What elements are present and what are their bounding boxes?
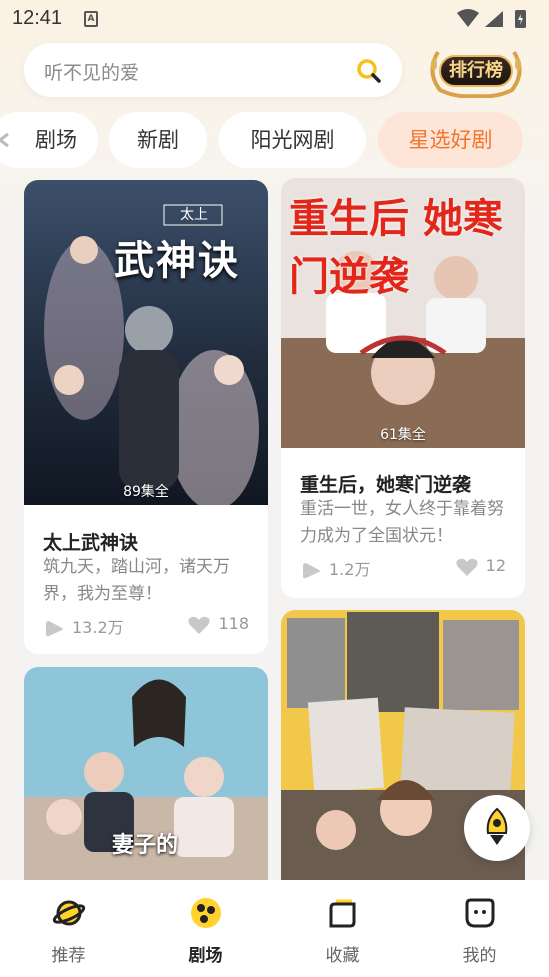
play-icon <box>303 562 320 578</box>
tab-sunshine-web-drama[interactable]: 阳光网剧 <box>219 112 366 168</box>
nav-recommend[interactable]: 推荐 <box>0 880 137 977</box>
heart-icon <box>188 616 211 634</box>
back-icon <box>0 132 9 148</box>
search-icon[interactable] <box>356 58 382 84</box>
status-time: 12:41 <box>12 7 63 29</box>
nav-label: 剧场 <box>188 946 223 966</box>
tab-label: 新剧 <box>137 128 179 152</box>
search-input[interactable]: 听不见的爱 <box>44 58 139 85</box>
ranking-label: 排行榜 <box>439 55 513 87</box>
drama-card[interactable]: 太上 武神诀 89集全 太上武神诀 筑九天，踏山河，诸天万界，我为至尊！ 13.… <box>24 180 268 654</box>
bottom-navigation: 推荐 剧场 收藏 我的 <box>0 880 549 977</box>
drama-title: 太上武神诀 <box>43 532 139 554</box>
play-count-value: 1.2万 <box>329 560 371 579</box>
like-count-value: 12 <box>485 556 506 575</box>
tab-star-select[interactable]: 星选好剧 <box>378 112 523 168</box>
nav-label: 收藏 <box>325 946 360 966</box>
wifi-icon <box>457 9 479 27</box>
tab-label: 阳光网剧 <box>250 128 335 152</box>
play-icon <box>46 620 63 636</box>
tab-label: 剧场 <box>35 128 77 152</box>
floating-action-button[interactable] <box>464 795 530 861</box>
nav-favorites[interactable]: 收藏 <box>274 880 411 977</box>
planet-icon <box>52 900 85 926</box>
like-count[interactable]: 118 <box>188 614 249 634</box>
drama-description: 重活一世，女人终于靠着努力成为了全国状元！ <box>300 499 504 546</box>
play-count-value: 13.2万 <box>72 618 124 637</box>
film-reel-icon <box>190 898 221 928</box>
drama-poster[interactable]: 重生后 她寒门逆袭 61集全 <box>281 178 525 448</box>
episode-count: 61集全 <box>380 427 426 443</box>
folder-icon <box>329 899 355 928</box>
category-tabs: 剧场 新剧 阳光网剧 星选好剧 <box>0 112 549 168</box>
rocket-icon <box>486 807 508 845</box>
poster-title: 重生后 她寒门逆袭 <box>289 196 503 300</box>
nav-label: 我的 <box>462 946 497 966</box>
poster-title: 妻子的 <box>112 833 179 858</box>
notification-icon: A <box>84 11 98 27</box>
like-count-value: 118 <box>218 614 249 633</box>
nav-theater[interactable]: 剧场 <box>137 880 274 977</box>
search-bar[interactable]: 听不见的爱 <box>24 43 402 97</box>
nav-label: 推荐 <box>51 946 86 966</box>
play-count: 1.2万 <box>303 556 370 580</box>
play-count: 13.2万 <box>46 614 124 638</box>
system-status-icons <box>457 9 526 28</box>
drama-title: 重生后，她寒门逆袭 <box>300 474 472 496</box>
tab-theater[interactable]: 剧场 <box>0 112 98 168</box>
status-bar: 12:41 A <box>0 0 549 38</box>
poster-subtitle: 太上 <box>180 207 208 223</box>
tab-label: 星选好剧 <box>408 128 493 152</box>
signal-icon <box>485 11 503 27</box>
nav-profile[interactable]: 我的 <box>411 880 548 977</box>
heart-icon <box>456 558 478 576</box>
face-icon <box>465 898 494 928</box>
ranking-button[interactable]: 排行榜 <box>426 42 526 98</box>
poster-title: 武神诀 <box>114 238 240 284</box>
drama-description: 筑九天，踏山河，诸天万界，我为至尊！ <box>43 557 230 604</box>
drama-poster[interactable]: 太上 武神诀 89集全 <box>24 180 268 505</box>
episode-count: 89集全 <box>123 484 169 500</box>
like-count[interactable]: 12 <box>456 556 506 576</box>
drama-card[interactable]: 重生后 她寒门逆袭 61集全 重生后，她寒门逆袭 重活一世，女人终于靠着努力成为… <box>281 178 525 598</box>
tab-new[interactable]: 新剧 <box>109 112 207 168</box>
